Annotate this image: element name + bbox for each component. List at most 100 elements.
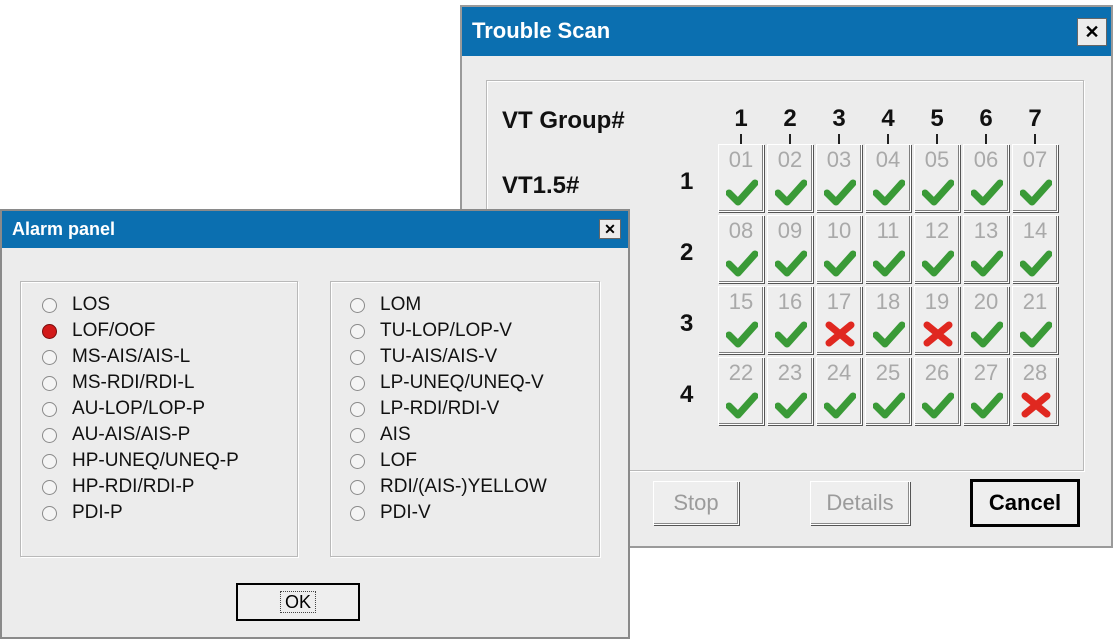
- vt-cell[interactable]: 22: [718, 357, 764, 425]
- radio-button[interactable]: [42, 324, 57, 339]
- vt-cell[interactable]: 15: [718, 286, 764, 354]
- alarm-panel-titlebar[interactable]: Alarm panel ✕: [2, 211, 628, 248]
- vt-cell[interactable]: 04: [865, 144, 911, 212]
- radio-button[interactable]: [350, 428, 365, 443]
- vt-cell[interactable]: 27: [963, 357, 1009, 425]
- check-icon: [1019, 175, 1053, 207]
- alarm-option-label: AIS: [380, 424, 411, 445]
- vt-cell-number: 22: [728, 360, 754, 385]
- alarm-option-label: LP-RDI/RDI-V: [380, 398, 500, 419]
- radio-button[interactable]: [42, 376, 57, 391]
- vt-cell[interactable]: 09: [767, 215, 813, 283]
- alarm-close-button[interactable]: ✕: [599, 219, 621, 239]
- group-tick: [985, 134, 987, 144]
- radio-button[interactable]: [42, 428, 57, 443]
- group-header-3: 3: [832, 105, 846, 132]
- vt-cell[interactable]: 26: [914, 357, 960, 425]
- cancel-button[interactable]: Cancel: [970, 479, 1080, 527]
- radio-button[interactable]: [42, 350, 57, 365]
- vt-cell[interactable]: 14: [1012, 215, 1058, 283]
- alarm-option-label: LOS: [72, 294, 111, 315]
- radio-button[interactable]: [350, 454, 365, 469]
- radio-button[interactable]: [42, 298, 57, 313]
- vt-cell[interactable]: 07: [1012, 144, 1058, 212]
- vt-cell[interactable]: 06: [963, 144, 1009, 212]
- details-button[interactable]: Details: [810, 481, 910, 525]
- vt-cell[interactable]: 11: [865, 215, 911, 283]
- vt-cell[interactable]: 01: [718, 144, 764, 212]
- radio-button[interactable]: [42, 454, 57, 469]
- vt-cell[interactable]: 17: [816, 286, 862, 354]
- vt15-label: VT1.5#: [502, 172, 580, 199]
- alarm-option-label: LOM: [380, 294, 422, 315]
- alarm-option-label: TU-AIS/AIS-V: [380, 346, 498, 367]
- alarm-option-label: TU-LOP/LOP-V: [380, 320, 512, 341]
- check-icon: [774, 317, 808, 349]
- vt-cell[interactable]: 28: [1012, 357, 1058, 425]
- check-icon: [872, 317, 906, 349]
- check-icon: [921, 388, 955, 420]
- row-label-2: 2: [680, 239, 694, 266]
- radio-button[interactable]: [350, 376, 365, 391]
- stop-button[interactable]: Stop: [653, 481, 739, 525]
- ok-label: OK: [279, 591, 317, 613]
- vt-cell-number: 13: [973, 218, 999, 243]
- alarm-option-label: HP-UNEQ/UNEQ-P: [72, 450, 239, 471]
- vt-cell-number: 21: [1022, 289, 1048, 314]
- radio-button[interactable]: [350, 298, 365, 313]
- trouble-scan-titlebar[interactable]: Trouble Scan ✕: [462, 7, 1111, 56]
- vt-cell-number: 15: [728, 289, 754, 314]
- radio-button[interactable]: [350, 324, 365, 339]
- ok-button[interactable]: OK: [236, 583, 360, 621]
- vt-cell[interactable]: 25: [865, 357, 911, 425]
- vt-cell[interactable]: 21: [1012, 286, 1058, 354]
- radio-button[interactable]: [42, 506, 57, 521]
- check-icon: [823, 388, 857, 420]
- radio-button[interactable]: [42, 402, 57, 417]
- group-tick: [740, 134, 742, 144]
- check-icon: [1019, 317, 1053, 349]
- vt-cell[interactable]: 24: [816, 357, 862, 425]
- check-icon: [921, 175, 955, 207]
- radio-button[interactable]: [350, 402, 365, 417]
- vt-cell[interactable]: 12: [914, 215, 960, 283]
- vt-cell[interactable]: 02: [767, 144, 813, 212]
- group-tick: [838, 134, 840, 144]
- vt-cell[interactable]: 20: [963, 286, 1009, 354]
- vt-cell[interactable]: 13: [963, 215, 1009, 283]
- alarm-option-label: PDI-P: [72, 502, 123, 523]
- radio-button[interactable]: [42, 480, 57, 495]
- alarm-panel-title: Alarm panel: [12, 219, 116, 239]
- close-button[interactable]: ✕: [1077, 18, 1107, 46]
- vt-cell[interactable]: 16: [767, 286, 813, 354]
- trouble-scan-title: Trouble Scan: [472, 18, 611, 43]
- check-icon: [774, 388, 808, 420]
- close-icon: ✕: [1084, 22, 1100, 42]
- alarm-option-label: AU-AIS/AIS-P: [72, 424, 191, 445]
- vt-cell[interactable]: 19: [914, 286, 960, 354]
- vt-cell-number: 05: [924, 147, 950, 172]
- vt-group-label: VT Group#: [502, 107, 625, 134]
- cross-icon: [824, 317, 856, 349]
- vt-cell-number: 28: [1022, 360, 1048, 385]
- group-tick: [1034, 134, 1036, 144]
- vt-cell-number: 20: [973, 289, 999, 314]
- vt-cell-number: 27: [973, 360, 999, 385]
- vt-cell-number: 14: [1022, 218, 1048, 243]
- vt-cell[interactable]: 03: [816, 144, 862, 212]
- vt-cell-number: 04: [875, 147, 901, 172]
- check-icon: [725, 388, 759, 420]
- vt-cell[interactable]: 18: [865, 286, 911, 354]
- radio-button[interactable]: [350, 480, 365, 495]
- radio-button[interactable]: [350, 506, 365, 521]
- group-header-2: 2: [783, 105, 797, 132]
- radio-button[interactable]: [350, 350, 365, 365]
- check-icon: [774, 246, 808, 278]
- vt-cell[interactable]: 23: [767, 357, 813, 425]
- check-icon: [872, 175, 906, 207]
- vt-cell[interactable]: 08: [718, 215, 764, 283]
- vt-cell[interactable]: 05: [914, 144, 960, 212]
- vt-cell[interactable]: 10: [816, 215, 862, 283]
- check-icon: [970, 388, 1004, 420]
- check-icon: [823, 246, 857, 278]
